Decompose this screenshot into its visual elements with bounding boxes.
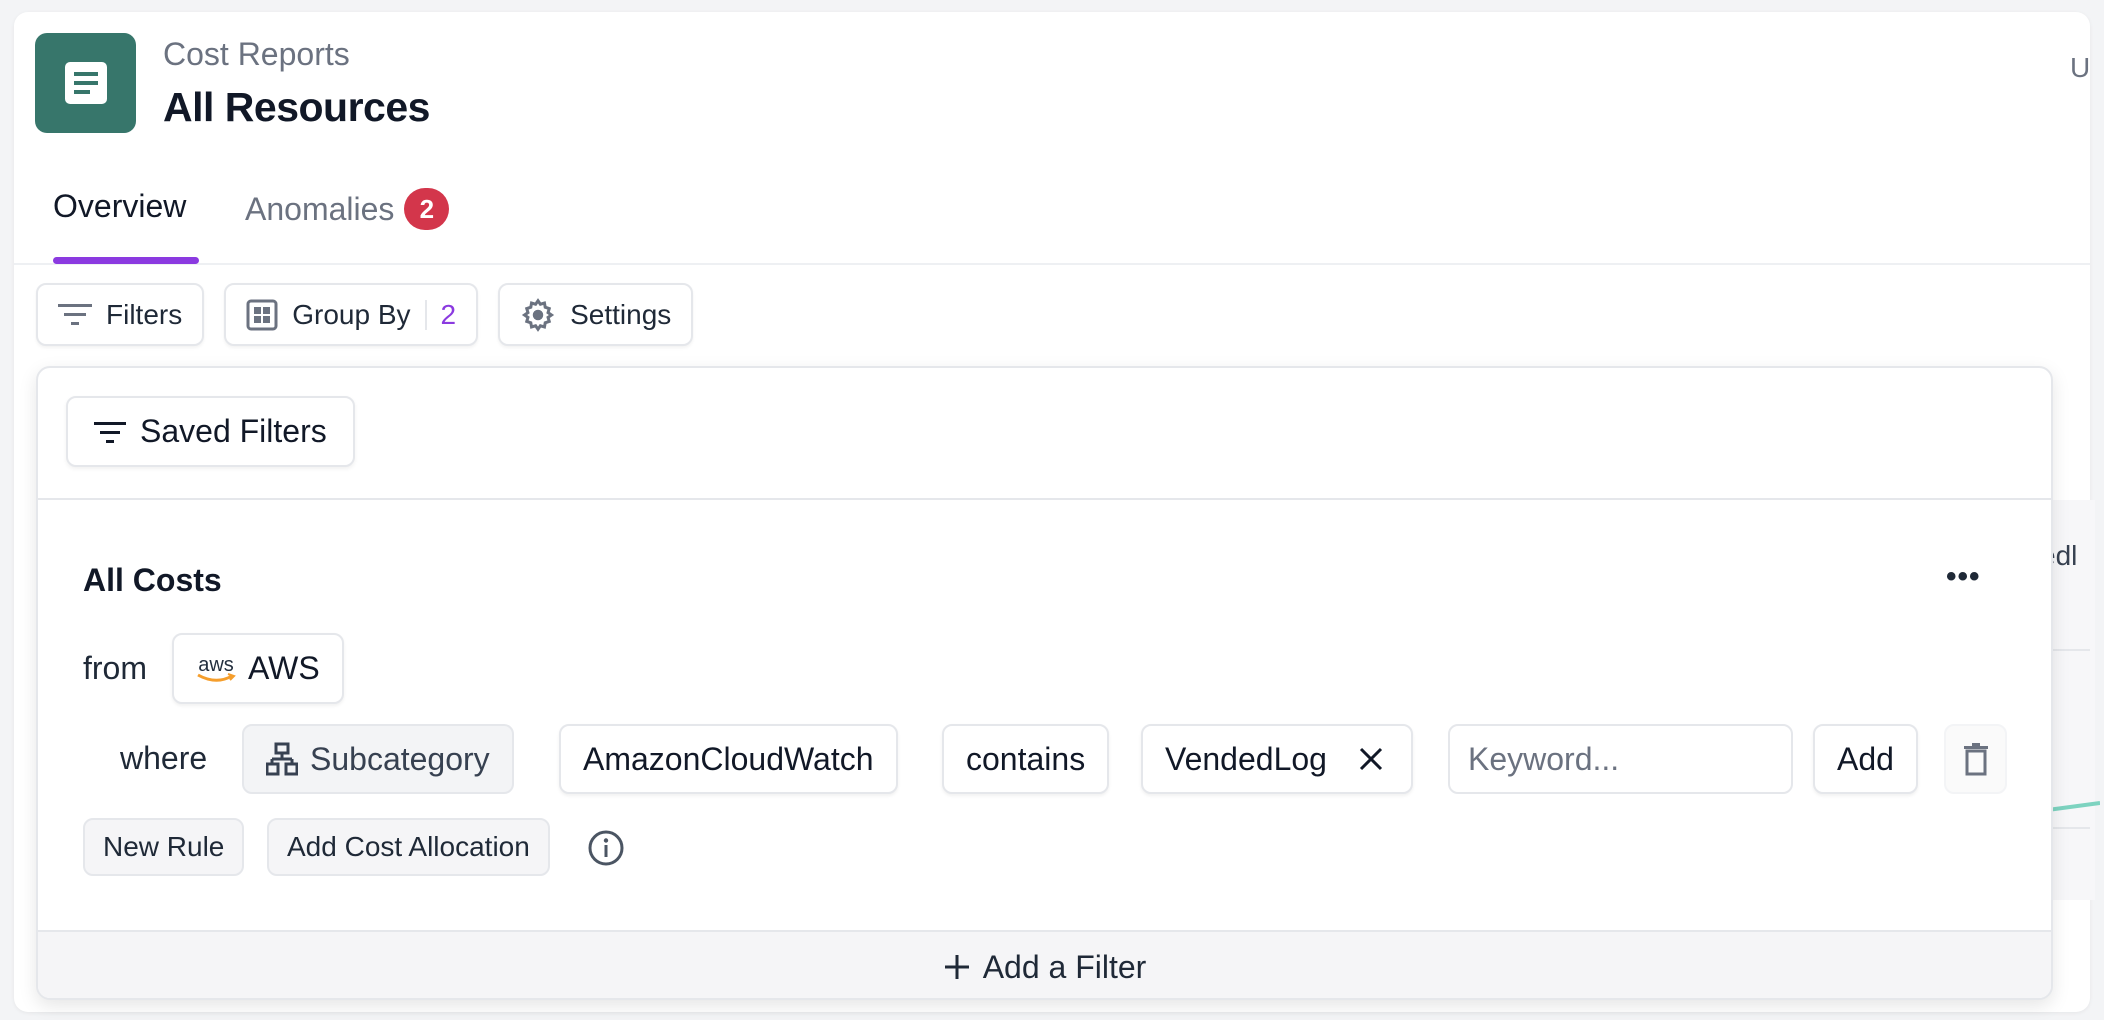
filter-icon	[94, 421, 126, 443]
source-label: AWS	[248, 650, 320, 686]
breadcrumb[interactable]: Cost Reports	[163, 36, 350, 73]
tab-overview-label: Overview	[53, 188, 187, 224]
hierarchy-icon	[266, 742, 298, 776]
group-by-count: 2	[440, 298, 457, 330]
tab-overview[interactable]: Overview	[53, 188, 186, 225]
plus-icon	[944, 955, 969, 979]
from-label: from	[83, 650, 147, 686]
anomalies-count-badge: 2	[404, 188, 450, 230]
filter-group: All Costs ••• from aws AWS where Subcate…	[38, 500, 2051, 930]
filter-panel: Saved Filters All Costs ••• from aws AWS…	[36, 366, 2053, 1000]
field-select[interactable]: Subcategory	[242, 724, 514, 794]
new-rule-label: New Rule	[103, 831, 225, 862]
add-cost-allocation-label: Add Cost Allocation	[287, 831, 530, 862]
operator-select[interactable]: contains	[942, 724, 1110, 794]
report-document-icon	[35, 33, 136, 133]
page-title: All Resources	[163, 84, 430, 130]
filters-label: Filters	[106, 298, 183, 330]
settings-label: Settings	[570, 298, 672, 330]
gear-icon	[521, 297, 555, 332]
value-label: AmazonCloudWatch	[583, 740, 874, 777]
new-rule-button[interactable]: New Rule	[83, 818, 245, 876]
add-keyword-label: Add	[1837, 740, 1894, 777]
grid-icon	[246, 299, 278, 330]
settings-button[interactable]: Settings	[498, 283, 694, 346]
tab-bar: Overview Anomalies 2	[14, 162, 2090, 265]
source-select[interactable]: aws AWS	[172, 633, 344, 704]
group-by-label: Group By	[292, 298, 411, 330]
info-icon[interactable]	[588, 830, 624, 866]
filter-icon	[58, 303, 92, 325]
field-label: Subcategory	[310, 740, 490, 777]
active-tab-indicator	[53, 257, 199, 264]
saved-filters-label: Saved Filters	[140, 413, 327, 449]
group-by-button[interactable]: Group By 2	[224, 283, 479, 346]
add-cost-allocation-button[interactable]: Add Cost Allocation	[267, 818, 550, 876]
close-icon[interactable]	[1353, 741, 1389, 777]
where-label: where	[120, 740, 208, 776]
filter-group-title: All Costs	[83, 562, 222, 598]
divider	[424, 299, 427, 330]
value-select[interactable]: AmazonCloudWatch	[559, 724, 898, 794]
report-toolbar: Filters Group By 2 Settings	[36, 283, 694, 346]
keyword-input[interactable]	[1448, 724, 1793, 794]
aws-logo-icon: aws	[196, 655, 236, 683]
keyword-tag-label: VendedLog	[1165, 740, 1327, 777]
keyword-tag: VendedLog	[1141, 724, 1413, 794]
more-options-icon[interactable]: •••	[1946, 560, 1981, 594]
tab-anomalies-label: Anomalies	[245, 190, 395, 227]
add-filter-label: Add a Filter	[982, 948, 1147, 985]
delete-rule-button[interactable]	[1944, 724, 2007, 794]
saved-filters-button[interactable]: Saved Filters	[66, 396, 355, 467]
header-right-text: U	[2070, 52, 2090, 83]
add-filter-button[interactable]: Add a Filter	[38, 930, 2051, 998]
filters-button[interactable]: Filters	[36, 283, 205, 346]
filter-panel-header: Saved Filters	[38, 368, 2051, 500]
trash-icon	[1963, 743, 1988, 776]
add-keyword-button[interactable]: Add	[1813, 724, 1918, 794]
tab-anomalies[interactable]: Anomalies 2	[245, 188, 450, 230]
operator-label: contains	[966, 740, 1086, 777]
